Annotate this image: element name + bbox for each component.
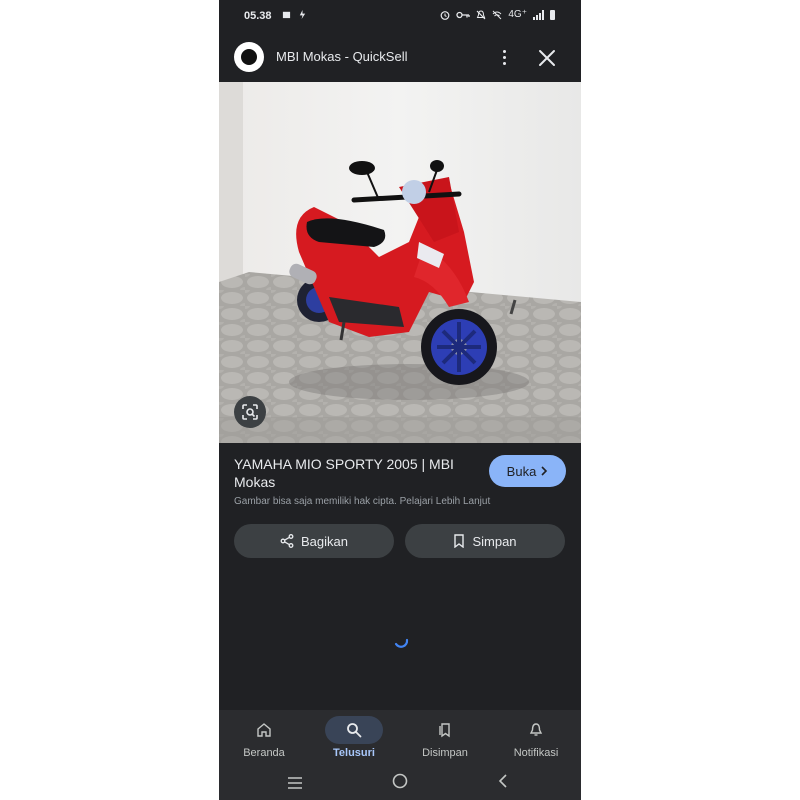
status-icons: 4G⁺ bbox=[440, 9, 555, 20]
status-time: 05.38 bbox=[244, 10, 272, 22]
nav-notifications-label: Notifikasi bbox=[513, 747, 559, 759]
recent-apps-icon[interactable] bbox=[287, 776, 303, 790]
signal-icon bbox=[533, 9, 544, 20]
system-navigation bbox=[219, 768, 581, 800]
more-options-icon[interactable] bbox=[497, 46, 511, 68]
status-bar: 05.38 4G⁺ bbox=[219, 0, 581, 34]
mute-icon bbox=[476, 9, 486, 19]
bell-icon bbox=[529, 723, 543, 736]
search-icon bbox=[347, 723, 362, 738]
saved-icon bbox=[439, 723, 450, 738]
home-icon bbox=[257, 723, 271, 737]
network-type: 4G⁺ bbox=[508, 9, 527, 20]
open-button[interactable]: Buka bbox=[489, 455, 566, 487]
battery-icon bbox=[550, 9, 555, 20]
lens-search-button[interactable] bbox=[234, 396, 266, 428]
key-icon bbox=[456, 11, 471, 18]
copyright-text: Gambar bisa saja memiliki hak cipta. bbox=[234, 496, 397, 507]
lens-icon bbox=[242, 404, 258, 420]
share-icon bbox=[280, 534, 294, 548]
share-label: Bagikan bbox=[301, 533, 348, 549]
source-header: MBI Mokas - QuickSell bbox=[219, 34, 581, 80]
nav-saved-label: Disimpan bbox=[422, 747, 468, 759]
result-image[interactable] bbox=[219, 82, 581, 443]
open-button-label: Buka bbox=[506, 463, 537, 479]
copyright-notice: Gambar bisa saja memiliki hak cipta. Pel… bbox=[234, 496, 490, 507]
notification-icons bbox=[282, 10, 307, 22]
nav-search-label: Telusuri bbox=[333, 747, 375, 759]
site-title[interactable]: MBI Mokas - QuickSell bbox=[276, 49, 407, 64]
scooter-photo bbox=[219, 82, 581, 443]
close-icon[interactable] bbox=[537, 48, 557, 68]
loading-spinner-icon bbox=[394, 638, 409, 648]
learn-more-link[interactable]: Pelajari Lebih Lanjut bbox=[400, 496, 491, 507]
nav-search[interactable]: Telusuri bbox=[309, 710, 399, 768]
nav-notifications[interactable]: Notifikasi bbox=[491, 710, 581, 768]
calendar-icon bbox=[282, 11, 291, 19]
bottom-navigation: Beranda Telusuri Disimpan Notifikasi bbox=[219, 710, 581, 768]
site-logo[interactable] bbox=[234, 42, 264, 72]
share-button[interactable]: Bagikan bbox=[234, 524, 394, 558]
phone-screen: 05.38 4G⁺ MBI Mokas - QuickSell YAMAHA M… bbox=[219, 0, 581, 800]
alarm-icon bbox=[440, 10, 450, 20]
wifi-off-icon bbox=[493, 10, 502, 19]
nav-home-label: Beranda bbox=[243, 747, 285, 759]
bookmark-icon bbox=[454, 534, 465, 548]
nav-home[interactable]: Beranda bbox=[219, 710, 309, 768]
nav-saved[interactable]: Disimpan bbox=[400, 710, 490, 768]
back-icon[interactable] bbox=[498, 774, 508, 788]
flash-icon bbox=[299, 10, 305, 19]
save-label: Simpan bbox=[472, 533, 517, 549]
result-title[interactable]: YAMAHA MIO SPORTY 2005 | MBI Mokas bbox=[234, 455, 479, 491]
home-button-icon[interactable] bbox=[392, 773, 408, 789]
save-button[interactable]: Simpan bbox=[405, 524, 565, 558]
chevron-right-icon bbox=[541, 466, 548, 476]
